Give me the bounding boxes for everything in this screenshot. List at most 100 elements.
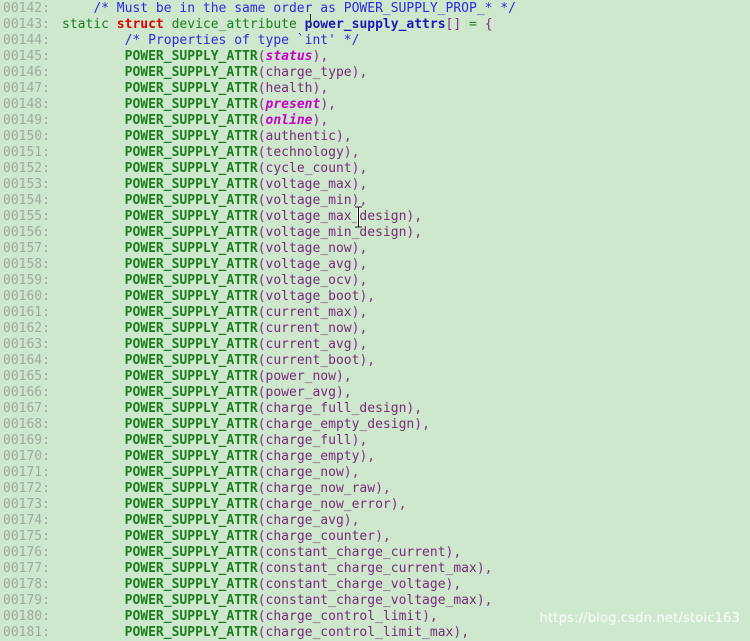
- code-token: technology: [265, 145, 344, 160]
- code-text: POWER_SUPPLY_ATTR(charge_control_limit_m…: [62, 625, 469, 640]
- code-token: voltage_ocv: [265, 273, 352, 288]
- code-token: constant_charge_current: [265, 545, 446, 560]
- code-line[interactable]: 00181: POWER_SUPPLY_ATTR(charge_control_…: [0, 625, 750, 641]
- code-line[interactable]: 00146: POWER_SUPPLY_ATTR(charge_type),: [0, 65, 750, 81]
- line-number: 00155:: [3, 209, 50, 224]
- code-text: POWER_SUPPLY_ATTR(voltage_max_design),: [62, 209, 422, 224]
- line-number: 00178:: [3, 577, 50, 592]
- code-token: ): [335, 385, 344, 400]
- code-token: (: [257, 385, 266, 400]
- code-token: ,: [343, 369, 352, 384]
- code-token: charge_type: [265, 65, 352, 80]
- text-caret: [310, 14, 311, 28]
- code-token: ,: [351, 513, 360, 528]
- code-token: /* Must be in the same order as POWER_SU…: [93, 1, 516, 16]
- code-token: ,: [367, 353, 376, 368]
- code-line[interactable]: 00156: POWER_SUPPLY_ATTR(voltage_min_des…: [0, 225, 750, 241]
- code-line[interactable]: 00165: POWER_SUPPLY_ATTR(power_now),: [0, 369, 750, 385]
- watermark-text: https://blog.csdn.net/stoic163: [539, 611, 740, 626]
- code-line[interactable]: 00159: POWER_SUPPLY_ATTR(voltage_ocv),: [0, 273, 750, 289]
- code-line[interactable]: 00153: POWER_SUPPLY_ATTR(voltage_max),: [0, 177, 750, 193]
- code-token: ): [335, 369, 344, 384]
- code-line[interactable]: 00151: POWER_SUPPLY_ATTR(technology),: [0, 145, 750, 161]
- line-number: 00165:: [3, 369, 50, 384]
- code-line[interactable]: 00170: POWER_SUPPLY_ATTR(charge_empty),: [0, 449, 750, 465]
- code-token: current_max: [265, 305, 352, 320]
- code-text: POWER_SUPPLY_ATTR(technology),: [62, 145, 360, 160]
- code-token: POWER_SUPPLY_ATTR: [124, 337, 258, 352]
- code-line[interactable]: 00167: POWER_SUPPLY_ATTR(charge_full_des…: [0, 401, 750, 417]
- code-line[interactable]: 00172: POWER_SUPPLY_ATTR(charge_now_raw)…: [0, 481, 750, 497]
- code-line[interactable]: 00145: POWER_SUPPLY_ATTR(status),: [0, 49, 750, 65]
- code-line[interactable]: 00152: POWER_SUPPLY_ATTR(cycle_count),: [0, 161, 750, 177]
- code-line[interactable]: 00154: POWER_SUPPLY_ATTR(voltage_min),: [0, 193, 750, 209]
- code-token: ,: [359, 433, 368, 448]
- code-token: POWER_SUPPLY_ATTR: [124, 49, 258, 64]
- code-line[interactable]: 00144: /* Properties of type `int' */: [0, 33, 750, 49]
- code-text: POWER_SUPPLY_ATTR(charge_avg),: [62, 513, 360, 528]
- code-token: ): [335, 129, 344, 144]
- code-line[interactable]: 00148: POWER_SUPPLY_ATTR(present),: [0, 97, 750, 113]
- code-token: online: [265, 113, 313, 128]
- code-editor-viewport[interactable]: 00142: /* Must be in the same order as P…: [0, 0, 750, 640]
- code-token: constant_charge_voltage_max: [265, 593, 477, 608]
- code-token: POWER_SUPPLY_ATTR: [124, 209, 258, 224]
- code-token: voltage_min: [265, 193, 352, 208]
- code-line[interactable]: 00157: POWER_SUPPLY_ATTR(voltage_now),: [0, 241, 750, 257]
- code-line[interactable]: 00169: POWER_SUPPLY_ATTR(charge_full),: [0, 433, 750, 449]
- code-token: (: [257, 401, 266, 416]
- code-text: POWER_SUPPLY_ATTR(charge_empty),: [62, 449, 375, 464]
- code-line[interactable]: 00150: POWER_SUPPLY_ATTR(authentic),: [0, 129, 750, 145]
- line-number: 00173:: [3, 497, 50, 512]
- code-line[interactable]: 00142: /* Must be in the same order as P…: [0, 1, 750, 17]
- code-token: ,: [343, 385, 352, 400]
- code-line[interactable]: 00171: POWER_SUPPLY_ATTR(charge_now),: [0, 465, 750, 481]
- code-text: /* Must be in the same order as POWER_SU…: [62, 1, 516, 16]
- code-line[interactable]: 00178: POWER_SUPPLY_ATTR(constant_charge…: [0, 577, 750, 593]
- code-line[interactable]: 00168: POWER_SUPPLY_ATTR(charge_empty_de…: [0, 417, 750, 433]
- code-line[interactable]: 00166: POWER_SUPPLY_ATTR(power_avg),: [0, 385, 750, 401]
- code-token: charge_empty_design: [265, 417, 415, 432]
- code-line[interactable]: 00149: POWER_SUPPLY_ATTR(online),: [0, 113, 750, 129]
- code-line[interactable]: 00177: POWER_SUPPLY_ATTR(constant_charge…: [0, 561, 750, 577]
- code-line[interactable]: 00160: POWER_SUPPLY_ATTR(voltage_boot),: [0, 289, 750, 305]
- code-line[interactable]: 00143: static struct device_attribute pow…: [0, 17, 750, 33]
- code-token: {: [484, 17, 493, 32]
- code-line[interactable]: 00179: POWER_SUPPLY_ATTR(constant_charge…: [0, 593, 750, 609]
- code-token: (: [257, 577, 266, 592]
- line-number: 00179:: [3, 593, 50, 608]
- code-token: ): [414, 417, 423, 432]
- code-line[interactable]: 00147: POWER_SUPPLY_ATTR(health),: [0, 81, 750, 97]
- code-line[interactable]: 00176: POWER_SUPPLY_ATTR(constant_charge…: [0, 545, 750, 561]
- code-line[interactable]: 00162: POWER_SUPPLY_ATTR(current_now),: [0, 321, 750, 337]
- code-token: (: [257, 353, 266, 368]
- code-token: POWER_SUPPLY_ATTR: [124, 577, 258, 592]
- code-line[interactable]: 00158: POWER_SUPPLY_ATTR(voltage_avg),: [0, 257, 750, 273]
- line-number: 00162:: [3, 321, 50, 336]
- code-line[interactable]: 00161: POWER_SUPPLY_ATTR(current_max),: [0, 305, 750, 321]
- code-line[interactable]: 00174: POWER_SUPPLY_ATTR(charge_avg),: [0, 513, 750, 529]
- code-token: ,: [414, 209, 423, 224]
- code-line[interactable]: 00163: POWER_SUPPLY_ATTR(current_avg),: [0, 337, 750, 353]
- code-line[interactable]: 00164: POWER_SUPPLY_ATTR(current_boot),: [0, 353, 750, 369]
- code-token: POWER_SUPPLY_ATTR: [124, 497, 258, 512]
- code-token: (: [257, 529, 266, 544]
- code-token: charge_empty: [265, 449, 360, 464]
- code-lines-container[interactable]: 00142: /* Must be in the same order as P…: [0, 1, 750, 641]
- code-line[interactable]: 00155: POWER_SUPPLY_ATTR(voltage_max_des…: [0, 209, 750, 225]
- code-token: POWER_SUPPLY_ATTR: [124, 145, 258, 160]
- code-token: POWER_SUPPLY_ATTR: [124, 417, 258, 432]
- code-line[interactable]: 00175: POWER_SUPPLY_ATTR(charge_counter)…: [0, 529, 750, 545]
- code-line[interactable]: 00173: POWER_SUPPLY_ATTR(charge_now_erro…: [0, 497, 750, 513]
- code-token: ): [390, 497, 399, 512]
